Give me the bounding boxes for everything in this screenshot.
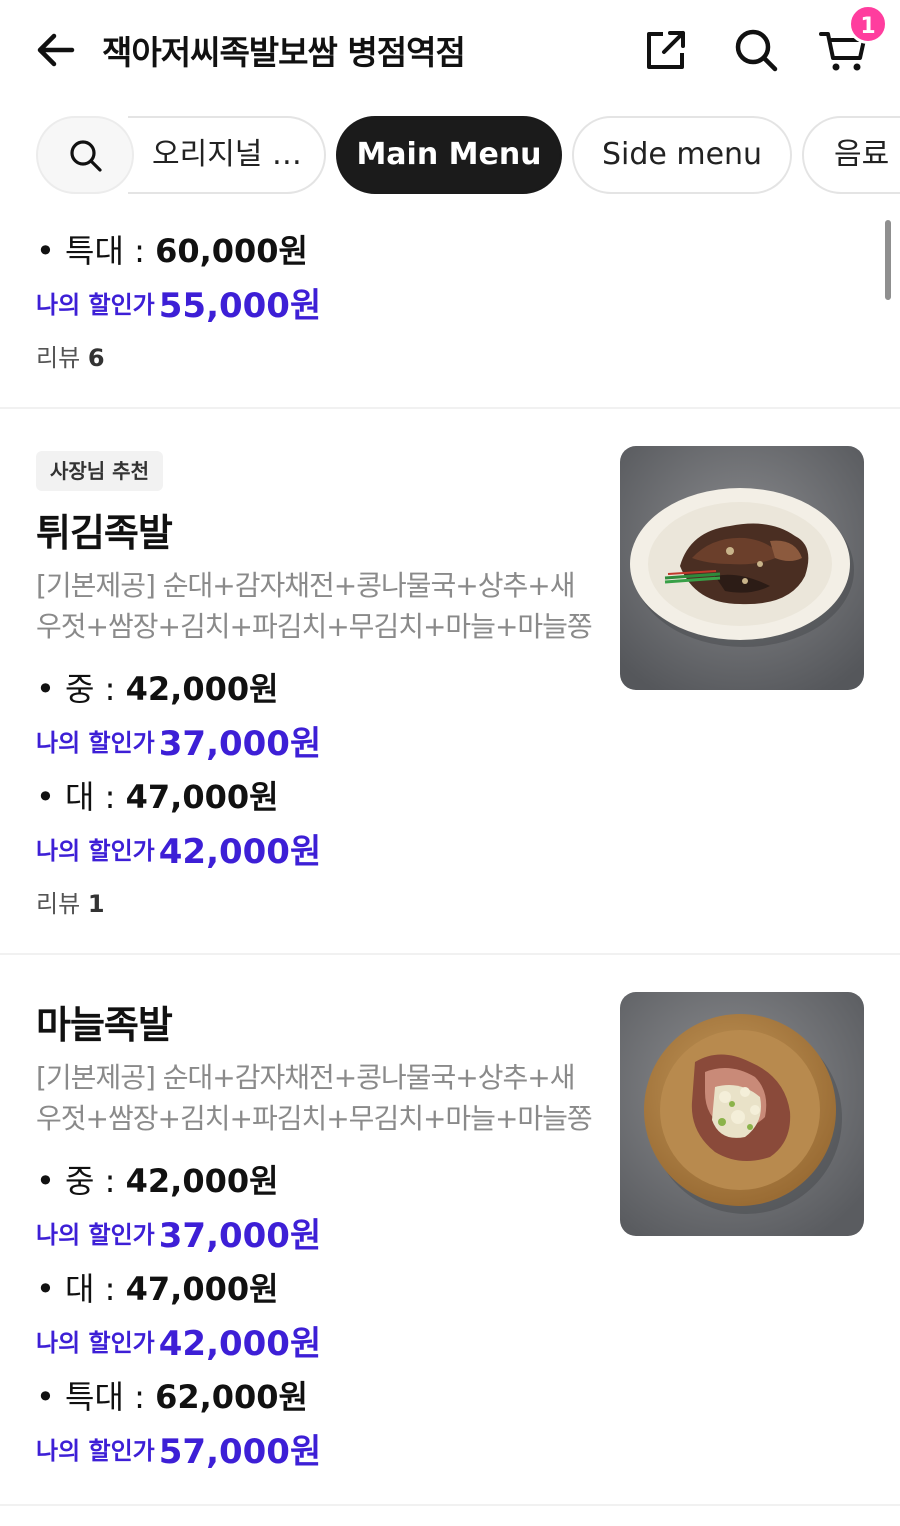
recommend-badge: 사장님 추천	[36, 451, 163, 491]
regular-price: 47,000원	[125, 778, 279, 816]
category-tabs: 오리지널 … Main Menu Side menu 음료	[0, 114, 900, 198]
review-label: 리뷰	[36, 890, 81, 918]
tab-main-menu[interactable]: Main Menu	[336, 116, 562, 194]
regular-price: 42,000원	[125, 1162, 279, 1200]
review-number: 1	[87, 890, 105, 918]
discount-label: 나의 할인가	[36, 837, 155, 865]
description-line: [기본제공] 순대+감자채전+콩나물국+상추+새	[36, 1061, 576, 1094]
price-option: • 특대 : 62,000원	[36, 1372, 308, 1418]
discount-label: 나의 할인가	[36, 1437, 155, 1465]
discount-value: 55,000원	[158, 286, 322, 326]
menu-item-image[interactable]	[620, 992, 864, 1236]
garlic-jokbal-photo	[620, 992, 864, 1236]
app-header: 잭아저씨족발보쌈 병점역점 1	[0, 0, 900, 100]
discount-value: 42,000원	[158, 1324, 322, 1364]
discount-label: 나의 할인가	[36, 729, 155, 757]
regular-price: 47,000원	[125, 1270, 279, 1308]
discount-label: 나의 할인가	[36, 1329, 155, 1357]
description-line: 우젓+쌈장+김치+파김치+무김치+마늘+마늘쫑	[36, 610, 593, 643]
menu-item-name[interactable]: 마늘족발	[36, 994, 173, 1049]
price-option: • 대 : 47,000원	[36, 772, 279, 818]
search-icon	[70, 140, 102, 172]
discount-price: 나의 할인가 55,000원	[36, 278, 321, 327]
review-count: 리뷰 6	[36, 338, 105, 373]
divider	[0, 407, 900, 409]
discount-price: 나의 할인가 57,000원	[36, 1424, 321, 1473]
search-button[interactable]	[730, 24, 782, 76]
regular-price: 42,000원	[125, 670, 279, 708]
discount-value: 42,000원	[158, 832, 322, 872]
review-count: 리뷰 1	[36, 884, 105, 919]
menu-item-image[interactable]	[620, 446, 864, 690]
price-option: • 중 : 42,000원	[36, 664, 279, 710]
discount-value: 37,000원	[158, 724, 322, 764]
discount-price: 나의 할인가 42,000원	[36, 1316, 321, 1365]
price-option: • 특대 : 60,000원	[36, 226, 308, 272]
review-label: 리뷰	[36, 344, 81, 372]
page-title: 잭아저씨족발보쌈 병점역점	[102, 33, 466, 72]
size-label: • 대 :	[36, 778, 126, 816]
description-line: 우젓+쌈장+김치+파김치+무김치+마늘+마늘쫑	[36, 1102, 593, 1135]
size-label: • 대 :	[36, 1270, 126, 1308]
review-number: 6	[87, 344, 105, 372]
divider	[0, 1504, 900, 1506]
search-icon	[735, 29, 778, 72]
discount-price: 나의 할인가 37,000원	[36, 1208, 321, 1257]
menu-item-name[interactable]: 튀김족발	[36, 502, 173, 557]
discount-label: 나의 할인가	[36, 291, 155, 319]
fried-jokbal-photo	[620, 446, 864, 690]
regular-price: 62,000원	[155, 1378, 308, 1416]
size-label: • 중 :	[36, 670, 126, 708]
discount-value: 57,000원	[158, 1432, 322, 1472]
discount-value: 37,000원	[158, 1216, 322, 1256]
share-button[interactable]	[640, 24, 692, 76]
size-label: • 특대 :	[36, 1378, 156, 1416]
regular-price: 60,000원	[155, 232, 308, 270]
size-label: • 특대 :	[36, 232, 156, 270]
arrow-left-icon	[37, 33, 75, 67]
back-button[interactable]	[30, 24, 82, 76]
discount-label: 나의 할인가	[36, 1221, 155, 1249]
description-line: [기본제공] 순대+감자채전+콩나물국+상추+새	[36, 569, 576, 602]
scrollbar[interactable]	[885, 220, 891, 300]
cart-count-badge: 1	[848, 4, 888, 44]
tab-drinks[interactable]: 음료	[802, 116, 900, 194]
share-icon	[647, 31, 685, 69]
menu-search-button[interactable]	[36, 116, 134, 194]
menu-item-description: [기본제공] 순대+감자채전+콩나물국+상추+새 우젓+쌈장+김치+파김치+무김…	[36, 1057, 606, 1139]
tab-original[interactable]: 오리지널 …	[128, 116, 326, 194]
discount-price: 나의 할인가 42,000원	[36, 824, 321, 873]
menu-item-description: [기본제공] 순대+감자채전+콩나물국+상추+새 우젓+쌈장+김치+파김치+무김…	[36, 565, 606, 647]
discount-price: 나의 할인가 37,000원	[36, 716, 321, 765]
divider	[0, 953, 900, 955]
tab-side-menu[interactable]: Side menu	[572, 116, 792, 194]
price-option: • 대 : 47,000원	[36, 1264, 279, 1310]
size-label: • 중 :	[36, 1162, 126, 1200]
price-option: • 중 : 42,000원	[36, 1156, 279, 1202]
